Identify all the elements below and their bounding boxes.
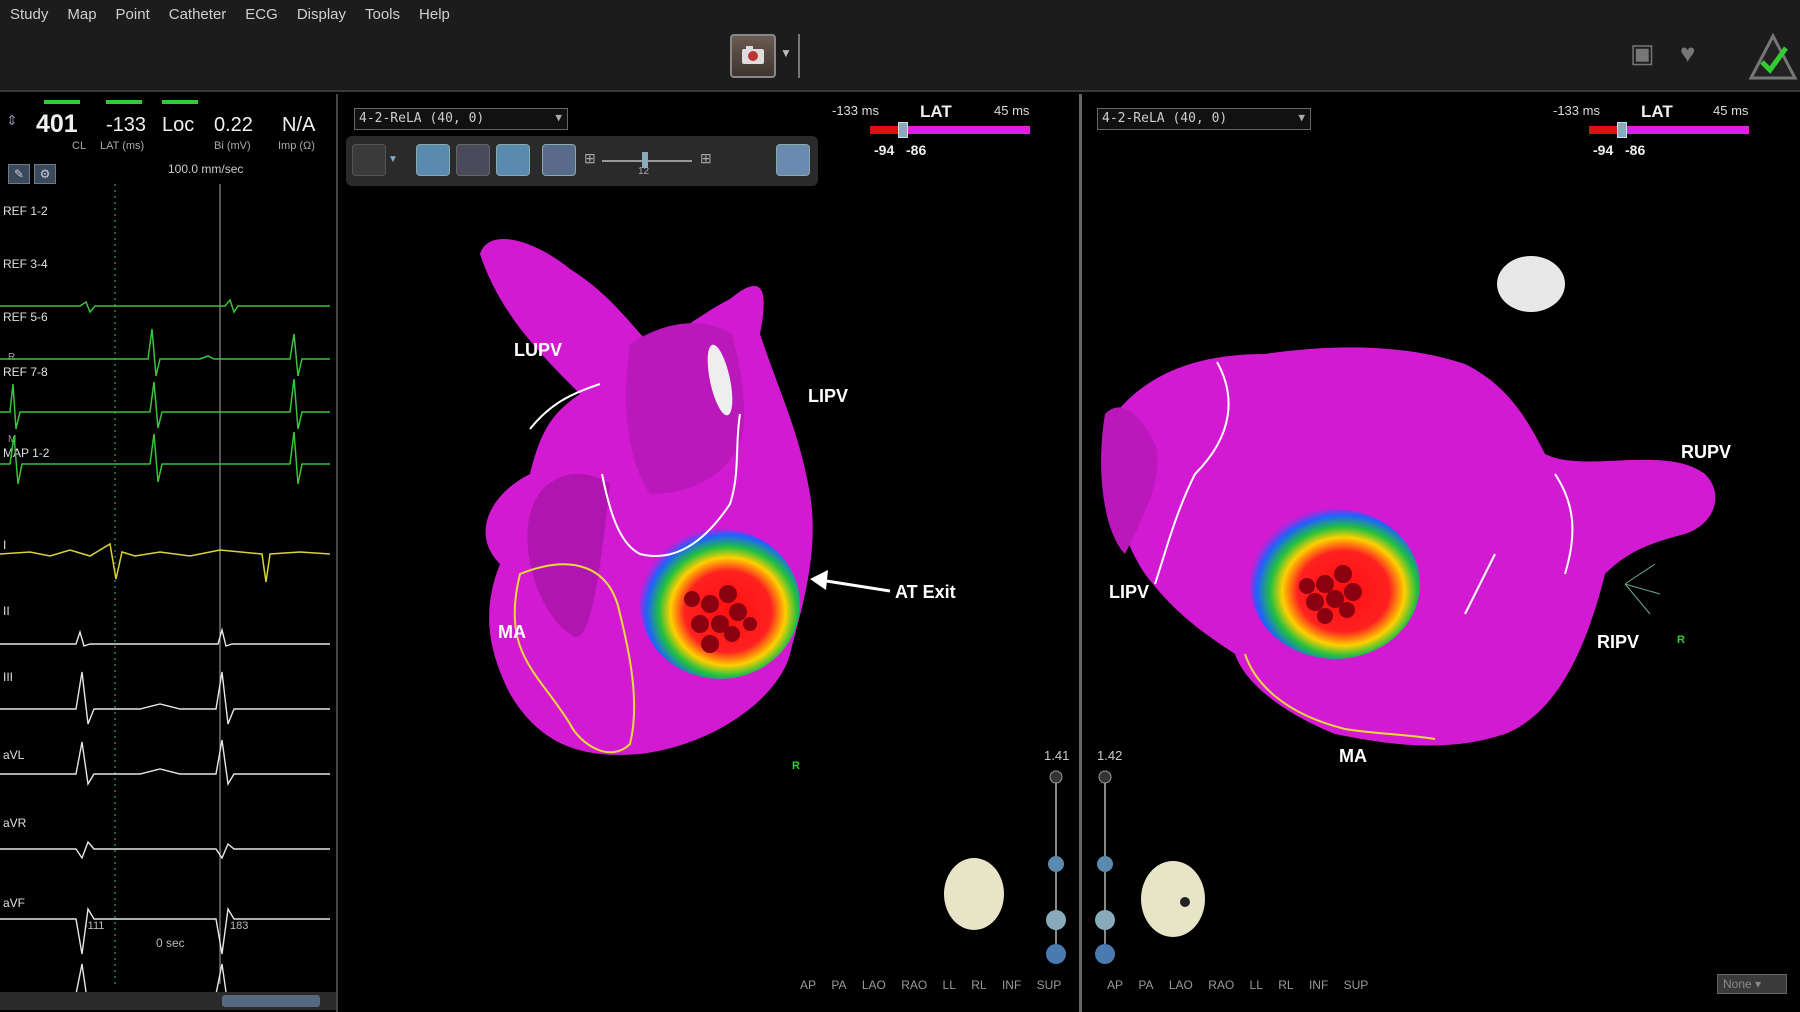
bi-value: 0.22 [214, 114, 253, 136]
lat-label: LAT (ms) [100, 140, 145, 152]
loc-value: Loc [162, 114, 195, 136]
screen-icon[interactable]: ▣ [1630, 38, 1655, 69]
toolbar: ▼ ▣ ♥ [0, 28, 1800, 92]
view-buttons: AP PA LAO RAO LL RL INF SUP [1107, 978, 1380, 992]
camera-button[interactable] [730, 34, 776, 78]
r-marker-label: R [1677, 634, 1685, 646]
view-sup[interactable]: SUP [1037, 978, 1062, 992]
view-rao[interactable]: RAO [901, 978, 927, 992]
sweep-speed: 100.0 mm/sec [168, 162, 244, 176]
scrollbar-thumb[interactable] [222, 995, 320, 1007]
view-inf[interactable]: INF [1309, 978, 1328, 992]
view-lao[interactable]: LAO [862, 978, 886, 992]
ma-label: MA [1339, 746, 1367, 766]
signal-header: ⇕ 401 CL -133 LAT (ms) Loc 0.22 Bi (mV) … [0, 94, 338, 156]
ecg-panel: ⇕ 401 CL -133 LAT (ms) Loc 0.22 Bi (mV) … [0, 94, 338, 1012]
map-view-right[interactable]: 4-2-ReLA (40, 0) ▼ -133 ms LAT 45 ms -94… [1085, 94, 1800, 1012]
view-ap[interactable]: AP [1107, 978, 1123, 992]
r-marker-label: R [792, 760, 800, 772]
ecg-tool-icon-1[interactable]: ✎ [8, 164, 30, 184]
activation-hotspot [1250, 509, 1420, 659]
catheter-marker [1497, 256, 1565, 312]
view-buttons: AP PA LAO RAO LL RL INF SUP [800, 978, 1073, 992]
view-ll[interactable]: LL [1250, 978, 1263, 992]
view-pa[interactable]: PA [1138, 978, 1153, 992]
heart-icon[interactable]: ♥ [1680, 38, 1695, 69]
none-select-value: None [1723, 977, 1752, 991]
view-inf[interactable]: INF [1002, 978, 1021, 992]
cl-label: CL [72, 140, 87, 152]
lat-map-3d-right[interactable] [1085, 94, 1800, 1012]
view-rao[interactable]: RAO [1208, 978, 1234, 992]
lipv-label: LIPV [1109, 582, 1150, 602]
view-rl[interactable]: RL [1278, 978, 1293, 992]
header-scroll-icon[interactable]: ⇕ [6, 112, 18, 129]
time-left-label: -111 [84, 920, 105, 932]
rupv-label: RUPV [1681, 442, 1732, 462]
zoom-value: 1.41 [1044, 748, 1070, 763]
lupv-label: LUPV [514, 340, 563, 360]
ecg-tool-icon-2[interactable]: ⚙ [34, 164, 56, 184]
none-select[interactable]: None ▾ [1717, 974, 1787, 994]
lipv-label: LIPV [808, 386, 849, 406]
ecg-traces [0, 184, 331, 1004]
view-pa[interactable]: PA [831, 978, 846, 992]
menu-map[interactable]: Map [67, 6, 96, 23]
menu-display[interactable]: Display [297, 6, 346, 23]
menu-tools[interactable]: Tools [365, 6, 400, 23]
view-rl[interactable]: RL [971, 978, 986, 992]
imp-label: Imp (Ω) [278, 140, 315, 152]
ecg-scrollbar[interactable] [0, 992, 336, 1010]
view-lao[interactable]: LAO [1169, 978, 1193, 992]
time-zero-label: 0 sec [156, 936, 185, 950]
lat-map-3d-left[interactable] [340, 94, 1082, 1012]
camera-dropdown-icon[interactable]: ▼ [780, 46, 792, 60]
view-sup[interactable]: SUP [1344, 978, 1369, 992]
bi-label: Bi (mV) [214, 140, 251, 152]
menu-help[interactable]: Help [419, 6, 450, 23]
menu-ecg[interactable]: ECG [245, 6, 278, 23]
ripv-label: RIPV [1597, 632, 1640, 652]
view-ap[interactable]: AP [800, 978, 816, 992]
carto-logo-icon[interactable] [1748, 32, 1798, 82]
imp-value: N/A [282, 114, 316, 136]
time-right-label: 183 [230, 920, 249, 932]
zoom-value: 1.42 [1097, 748, 1123, 763]
activation-hotspot [640, 529, 800, 679]
menu-catheter[interactable]: Catheter [169, 6, 227, 23]
toolbar-divider [798, 34, 800, 78]
map-view-left[interactable]: 4-2-ReLA (40, 0) ▼ -133 ms LAT 45 ms -94… [340, 94, 1082, 1012]
status-bar-bi [162, 100, 198, 104]
cl-value: 401 [36, 110, 78, 138]
lat-value: -133 [106, 114, 147, 136]
camera-icon [742, 46, 764, 64]
at-exit-label: AT Exit [895, 582, 956, 602]
menu-bar: Study Map Point Catheter ECG Display Too… [0, 0, 1800, 28]
ma-label: MA [498, 622, 526, 642]
menu-point[interactable]: Point [116, 6, 150, 23]
status-bar-cl [44, 100, 80, 104]
menu-study[interactable]: Study [10, 6, 48, 23]
status-bar-lat [106, 100, 142, 104]
view-ll[interactable]: LL [943, 978, 956, 992]
